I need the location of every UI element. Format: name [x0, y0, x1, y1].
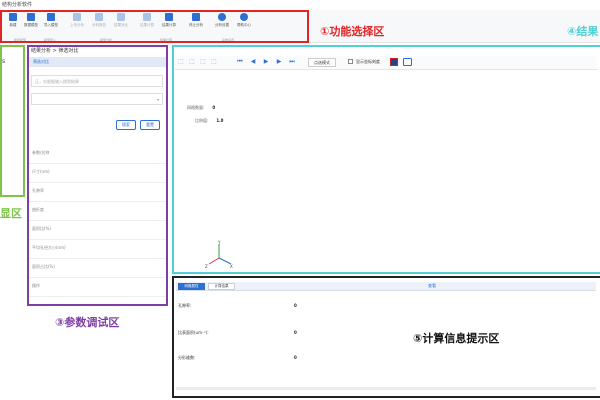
function-area-callout: ①功能选择区: [320, 25, 385, 38]
function-area-frame: [0, 10, 309, 43]
parameter-area-frame: [27, 45, 168, 306]
title-bar: 结构分析软件: [0, 0, 600, 10]
result-area-callout: ④结果: [567, 25, 599, 38]
calc-area-frame: [172, 276, 600, 398]
left-panel-text: s: [2, 58, 6, 65]
parameter-area-callout: ③参数调试区: [55, 316, 120, 329]
result-area-frame: [172, 45, 600, 274]
window-title: 结构分析软件: [2, 2, 33, 8]
left-area-frame: [0, 45, 25, 197]
left-area-callout: 显区: [0, 207, 22, 220]
